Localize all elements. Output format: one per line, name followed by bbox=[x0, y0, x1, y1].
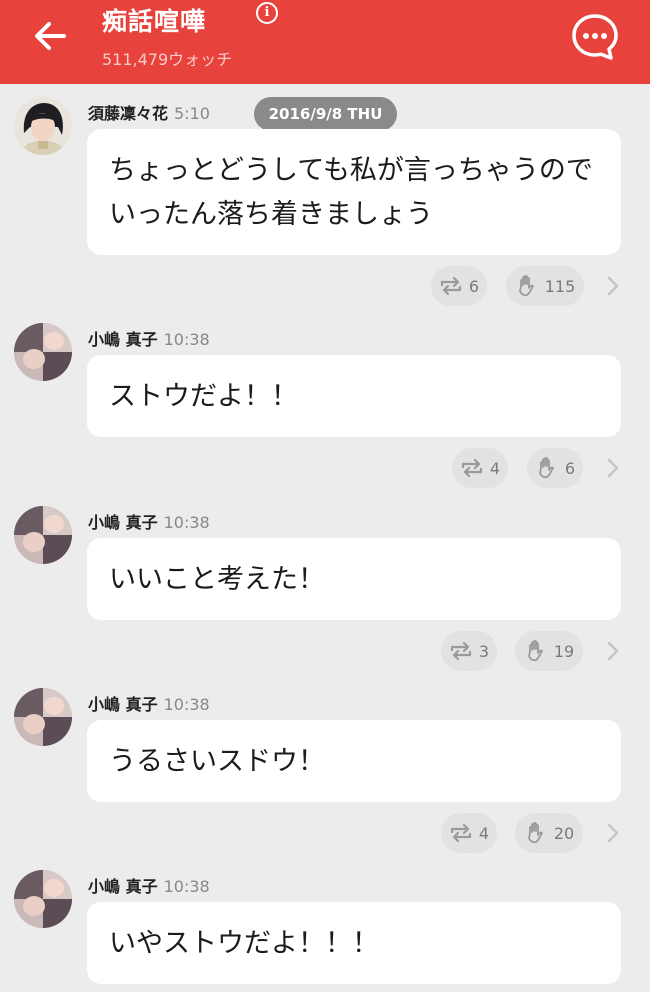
watch-count: 511,479ウォッチ bbox=[102, 50, 233, 69]
message-bubble: うるさいスドウ！ bbox=[87, 720, 621, 802]
chevron-right-icon[interactable] bbox=[604, 822, 622, 844]
avatar[interactable] bbox=[14, 688, 72, 746]
retweet-count: 4 bbox=[489, 458, 501, 478]
clap-button[interactable]: 115 bbox=[506, 266, 584, 306]
message-bubble: ちょっとどうしても私が言っちゃうのでいったん落ち着きましょう bbox=[87, 129, 621, 255]
sender-name: 須藤凜々花 5:10 bbox=[88, 104, 210, 123]
message-bubble: ストウだよ！！ bbox=[87, 355, 621, 437]
avatar[interactable] bbox=[14, 323, 72, 381]
retweet-icon bbox=[461, 458, 483, 478]
sender-name: 小嶋 真子 10:38 bbox=[88, 513, 210, 532]
clap-count: 6 bbox=[564, 458, 576, 478]
retweet-button[interactable]: 3 bbox=[441, 631, 497, 671]
sender-name: 小嶋 真子 10:38 bbox=[88, 877, 210, 896]
arrow-left-icon bbox=[35, 22, 66, 50]
sender-name: 小嶋 真子 10:38 bbox=[88, 695, 210, 714]
message-time: 10:38 bbox=[163, 513, 210, 532]
clap-button[interactable]: 6 bbox=[527, 448, 583, 488]
retweet-count: 4 bbox=[478, 823, 490, 843]
retweet-count: 6 bbox=[468, 276, 480, 296]
retweet-button[interactable]: 4 bbox=[452, 448, 508, 488]
retweet-icon bbox=[450, 641, 472, 661]
back-button[interactable] bbox=[28, 14, 76, 58]
message-bubble: いいこと考えた！ bbox=[87, 538, 621, 620]
clap-button[interactable]: 20 bbox=[515, 813, 583, 853]
message-time: 10:38 bbox=[163, 695, 210, 714]
retweet-button[interactable]: 6 bbox=[431, 266, 487, 306]
app-header: 痴話喧嘩 i 511,479ウォッチ bbox=[0, 0, 650, 84]
speech-bubble-dots-icon bbox=[572, 14, 618, 60]
avatar[interactable] bbox=[14, 870, 72, 928]
clap-button[interactable]: 19 bbox=[515, 631, 583, 671]
chevron-right-icon[interactable] bbox=[604, 275, 622, 297]
message-time: 10:38 bbox=[163, 877, 210, 896]
chat-title: 痴話喧嘩 bbox=[102, 7, 207, 36]
message-time: 5:10 bbox=[174, 104, 210, 123]
retweet-count: 3 bbox=[478, 641, 490, 661]
clap-icon bbox=[527, 821, 543, 844]
clap-count: 20 bbox=[553, 823, 575, 843]
clap-icon bbox=[527, 639, 543, 662]
retweet-icon bbox=[450, 823, 472, 843]
clap-icon bbox=[539, 456, 554, 479]
clap-count: 19 bbox=[553, 641, 575, 661]
sender-name: 小嶋 真子 10:38 bbox=[88, 330, 210, 349]
retweet-button[interactable]: 4 bbox=[441, 813, 497, 853]
message-bubble: いやストウだよ！！！ bbox=[87, 902, 621, 984]
chevron-right-icon[interactable] bbox=[604, 457, 622, 479]
chevron-right-icon[interactable] bbox=[604, 640, 622, 662]
avatar[interactable] bbox=[14, 506, 72, 564]
clap-count: 115 bbox=[544, 276, 576, 296]
chat-button[interactable] bbox=[570, 12, 620, 62]
date-divider: 2016/9/8 THU bbox=[254, 97, 397, 131]
avatar[interactable] bbox=[14, 97, 72, 155]
info-icon[interactable]: i bbox=[256, 2, 278, 24]
message-time: 10:38 bbox=[163, 330, 210, 349]
clap-icon bbox=[518, 274, 534, 297]
retweet-icon bbox=[440, 276, 462, 296]
